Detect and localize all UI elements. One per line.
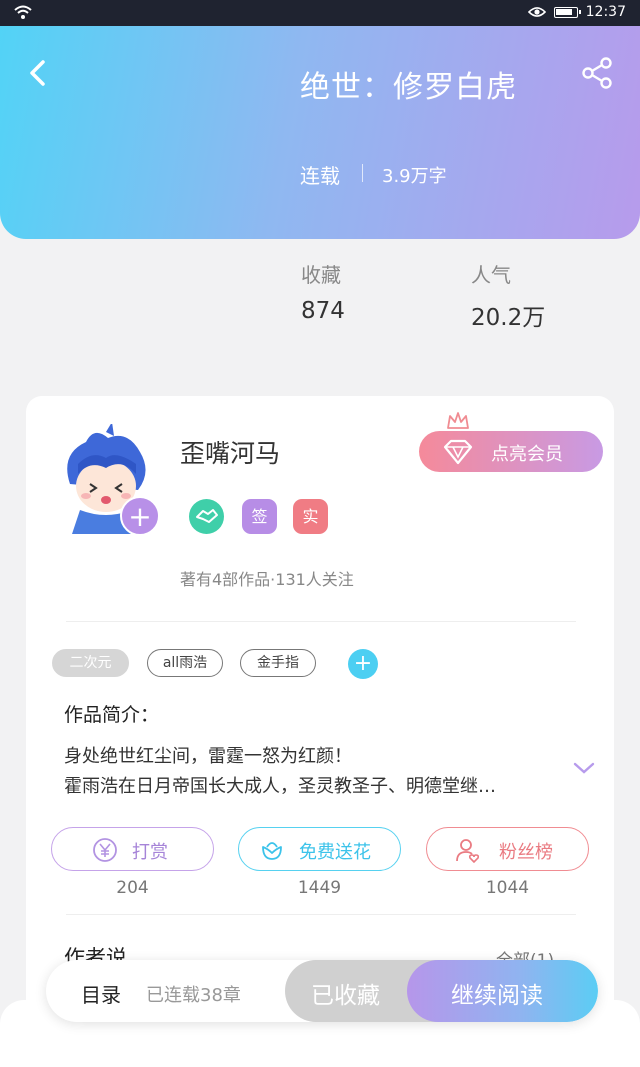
divider <box>66 621 576 622</box>
fans-rank-button[interactable]: 粉丝榜 <box>426 827 589 871</box>
tag-item[interactable]: all雨浩 <box>147 649 223 677</box>
flower-icon <box>262 842 282 860</box>
handshake-badge-icon <box>189 499 224 534</box>
toc-button[interactable]: 目录 <box>81 979 121 1008</box>
divider <box>66 914 576 915</box>
tag-item[interactable]: 二次元 <box>52 649 129 677</box>
continue-reading-button[interactable]: 继续阅读 <box>407 960 598 1022</box>
back-icon[interactable] <box>24 58 54 88</box>
collected-label: 已收藏 <box>311 983 380 1009</box>
stat-collect-value: 874 <box>301 298 345 324</box>
meta-divider <box>362 164 363 182</box>
stat-popularity-label: 人气 <box>471 263 511 287</box>
book-title: 绝世：修罗白虎 <box>300 70 517 105</box>
chapter-count[interactable]: 已连载38章 <box>146 981 241 1007</box>
continue-reading-label: 继续阅读 <box>451 983 543 1009</box>
wifi-icon <box>14 5 32 19</box>
vip-label: 点亮会员 <box>491 444 563 465</box>
book-header: 绝世：修罗白虎 连载 3.9万字 <box>0 26 640 239</box>
add-tag-button[interactable]: + <box>348 649 378 679</box>
author-name[interactable]: 歪嘴河马 <box>180 434 280 470</box>
status-bar: 12:37 <box>0 0 640 26</box>
intro-title: 作品简介： <box>64 704 160 726</box>
verified-badge: 实 <box>293 499 328 534</box>
flower-count: 1449 <box>297 878 342 898</box>
eye-icon <box>527 7 546 17</box>
fans-count: 1044 <box>485 878 530 898</box>
chevron-down-icon[interactable] <box>572 758 596 778</box>
share-icon[interactable] <box>580 56 614 90</box>
follow-author-button[interactable]: + <box>120 496 160 536</box>
send-flower-label: 免费送花 <box>299 842 371 863</box>
book-status: 连载 <box>300 164 340 188</box>
intro-line: 身处绝世红尘间，雷霆一怒为红颜！ <box>64 746 352 767</box>
battery-icon <box>553 6 581 18</box>
signed-badge: 签 <box>242 499 277 534</box>
book-word-count: 3.9万字 <box>382 166 447 187</box>
fans-icon <box>456 839 480 863</box>
diamond-icon <box>443 439 473 465</box>
yen-icon <box>93 838 117 862</box>
stat-popularity-value: 20.2万 <box>471 305 546 331</box>
stat-collect-label: 收藏 <box>301 263 341 287</box>
crown-icon <box>447 412 469 429</box>
vip-button[interactable]: 点亮会员 <box>419 431 603 472</box>
fans-rank-label: 粉丝榜 <box>499 842 553 863</box>
status-time: 12:37 <box>585 4 626 20</box>
reward-count: 204 <box>116 878 149 898</box>
author-works-info: 著有4部作品·131人关注 <box>180 570 354 589</box>
reward-label: 打赏 <box>132 842 168 863</box>
reward-button[interactable]: 打赏 <box>51 827 214 871</box>
intro-line: 霍雨浩在日月帝国长大成人，圣灵教圣子、明德堂继… <box>64 776 496 797</box>
bottom-action-bar: 目录 已连载38章 已收藏 继续阅读 <box>46 960 598 1022</box>
tag-item[interactable]: 金手指 <box>240 649 316 677</box>
send-flower-button[interactable]: 免费送花 <box>238 827 401 871</box>
